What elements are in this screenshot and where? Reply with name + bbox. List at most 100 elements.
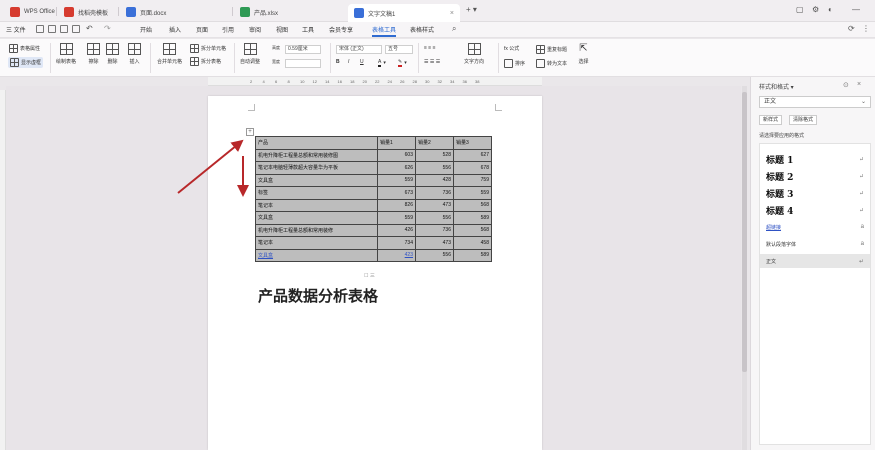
tab-product-xlsx[interactable]: 产品.xlsx (234, 4, 284, 20)
menu-page[interactable]: 页面 (196, 25, 208, 34)
sales-cell[interactable]: 426 (377, 223, 416, 237)
menu-reference[interactable]: 引用 (222, 25, 234, 34)
text-direction-button[interactable]: 文字方向 (464, 43, 484, 65)
highlight-button[interactable]: ✎ ▾ (398, 59, 407, 67)
menu-tools[interactable]: 工具 (302, 25, 314, 34)
table-move-handle[interactable]: + (246, 128, 254, 136)
menu-member[interactable]: 会员专享 (329, 25, 353, 34)
new-style-button[interactable]: 新样式 (759, 115, 783, 125)
sales-cell[interactable]: 626 (377, 161, 416, 175)
redo-icon[interactable]: ↷ (104, 24, 111, 33)
sales-cell[interactable]: 627 (453, 148, 492, 162)
sales-cell[interactable]: 423 (377, 248, 416, 262)
merge-cells-button[interactable]: 合并单元格 (157, 43, 182, 65)
sales-cell[interactable]: 759 (453, 173, 492, 187)
sort-button[interactable]: 排序 (504, 59, 525, 68)
font-name-select[interactable]: 宋体 (正文) (336, 45, 382, 54)
product-cell[interactable]: 机电升降柜工程量总额和常用装修图 (255, 148, 378, 162)
header-cell[interactable]: 销量1 (377, 136, 416, 150)
style-item[interactable]: 标题 4 ↵ (760, 203, 870, 217)
eraser-button[interactable]: 擦除 (87, 43, 100, 65)
sales-cell[interactable]: 473 (415, 236, 454, 250)
menu-insert[interactable]: 插入 (169, 25, 181, 34)
draw-table-button[interactable]: 绘制表格 (56, 43, 76, 65)
tab-page-docx[interactable]: 页面.docx (120, 4, 172, 20)
more-icon[interactable]: ⋮ (862, 24, 870, 33)
export-icon[interactable] (72, 25, 80, 33)
product-cell[interactable]: 笔记本 (255, 198, 378, 212)
width-input[interactable] (285, 59, 321, 68)
style-item[interactable]: 标题 3 ↵ (760, 186, 870, 200)
auto-fit-button[interactable]: 自动调整 (240, 43, 260, 65)
sales-cell[interactable]: 559 (377, 211, 416, 225)
window-layout-icon[interactable]: ▢ (796, 5, 804, 14)
font-color-button[interactable]: A ▾ (378, 59, 386, 67)
font-size-select[interactable]: 五号 (385, 45, 413, 54)
split-table-button[interactable]: 拆分表格 (190, 57, 221, 66)
repeat-header-button[interactable]: 重复标题 (536, 45, 567, 54)
convert-text-button[interactable]: 转为文本 (536, 59, 567, 68)
sales-cell[interactable]: 568 (453, 223, 492, 237)
style-item[interactable]: 默认段落字体 a (760, 237, 870, 251)
preview-icon[interactable] (60, 25, 68, 33)
sales-cell[interactable]: 473 (415, 198, 454, 212)
sales-cell[interactable]: 589 (453, 211, 492, 225)
style-item[interactable]: 正文 ↵ (760, 254, 870, 268)
sales-cell[interactable]: 673 (377, 186, 416, 200)
product-cell[interactable]: 文具盒 (255, 211, 378, 225)
sales-cell[interactable]: 528 (415, 148, 454, 162)
sales-cell[interactable]: 826 (377, 198, 416, 212)
sales-cell[interactable]: 559 (377, 173, 416, 187)
menu-view[interactable]: 视图 (276, 25, 288, 34)
italic-button[interactable]: I (348, 59, 349, 65)
add-row-button[interactable]: ☐ 三 (364, 272, 375, 279)
tab-template[interactable]: 找稻壳模板 (58, 4, 114, 20)
close-tab-icon[interactable]: × (450, 10, 454, 17)
bold-button[interactable]: B (336, 59, 340, 65)
document-heading[interactable]: 产品数据分析表格 (258, 285, 378, 306)
clear-format-button[interactable]: 清除格式 (789, 115, 818, 125)
height-input[interactable]: 0.59厘米 (285, 45, 321, 54)
sync-icon[interactable]: ⟳ (848, 24, 855, 33)
save-icon[interactable] (36, 25, 44, 33)
product-cell[interactable]: 文具盒 (255, 248, 378, 262)
show-gridlines-button[interactable]: 显示虚框 (8, 57, 44, 68)
product-cell[interactable]: 机电升降柜工程量总额和常用装修 (255, 223, 378, 237)
sales-cell[interactable]: 556 (415, 161, 454, 175)
menu-table-style[interactable]: 表格样式 (410, 25, 434, 34)
scrollbar-thumb[interactable] (742, 92, 747, 372)
menu-home[interactable]: 开始 (140, 25, 152, 34)
underline-button[interactable]: U (360, 59, 364, 65)
select-button[interactable]: ⇱ 选择 (577, 43, 590, 65)
sales-cell[interactable]: 734 (377, 236, 416, 250)
document-scrollbar[interactable] (742, 86, 747, 450)
pin-icon[interactable]: ⊙ (843, 81, 849, 89)
current-style-select[interactable]: 正文 ⌄ (759, 96, 871, 108)
sales-cell[interactable]: 568 (453, 198, 492, 212)
split-cells-button[interactable]: 拆分单元格 (190, 44, 226, 53)
sales-cell[interactable]: 458 (453, 236, 492, 250)
header-cell[interactable]: 销量2 (415, 136, 454, 150)
sales-cell[interactable]: 678 (453, 161, 492, 175)
undo-icon[interactable]: ↶ (86, 24, 93, 33)
sales-cell[interactable]: 589 (453, 248, 492, 262)
delete-button[interactable]: 删除 (106, 43, 119, 65)
settings-icon[interactable]: ⚙ (812, 5, 819, 14)
file-menu[interactable]: 三 文件 (6, 25, 26, 34)
header-cell[interactable]: 产品 (255, 136, 378, 150)
tab-document1[interactable]: 文字文稿1 × (348, 4, 460, 22)
product-cell[interactable]: 文具盒 (255, 173, 378, 187)
print-icon[interactable] (48, 25, 56, 33)
sales-cell[interactable]: 556 (415, 248, 454, 262)
menu-review[interactable]: 审阅 (249, 25, 261, 34)
avatar-icon[interactable]: ◐ (828, 5, 833, 14)
align-top-button[interactable]: ≡ ≡ ≡ (424, 45, 436, 51)
table-properties-button[interactable]: 表格属性 (9, 44, 40, 53)
header-cell[interactable]: 销量3 (453, 136, 492, 150)
product-cell[interactable]: 笔记本电脑轻薄款超大容量华为平板 (255, 161, 378, 175)
close-panel-icon[interactable]: × (857, 81, 861, 88)
product-table[interactable]: 产品 销量1 销量2 销量3 机电升降柜工程量总额和常用装修图 603 528 627… (255, 136, 492, 262)
tab-wps-office[interactable]: WPS Office (4, 4, 61, 20)
style-item[interactable]: 标题 1 ↵ (760, 152, 870, 166)
panel-title[interactable]: 样式和格式 ▾ (759, 82, 794, 91)
